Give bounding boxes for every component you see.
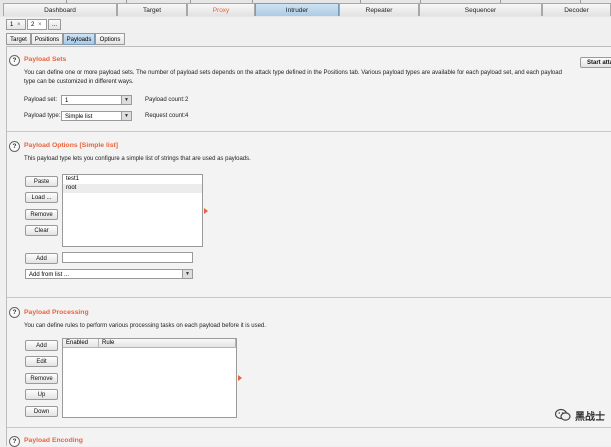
payload-type-label: Payload type:: [24, 113, 61, 119]
payload-processing-description: You can define rules to perform various …: [24, 323, 266, 329]
column-header-rule[interactable]: Rule: [99, 339, 236, 348]
add-from-list-dropdown[interactable]: Add from list ... ▼: [25, 269, 193, 279]
close-icon[interactable]: ×: [17, 22, 21, 28]
help-icon[interactable]: ?: [9, 307, 20, 318]
request-count-label: Request count:: [145, 113, 186, 119]
payload-options-title: Payload Options [Simple list]: [24, 142, 119, 149]
subtab-target[interactable]: Target: [6, 33, 31, 45]
section-divider: [7, 427, 611, 428]
edit-rule-button[interactable]: Edit: [25, 356, 58, 367]
payload-set-value: 1: [65, 98, 69, 104]
attack-tab-bar: 1 × 2 × ...: [0, 17, 611, 32]
expand-arrow-icon[interactable]: [204, 208, 208, 214]
tab-repeater[interactable]: Repeater: [339, 3, 419, 16]
attack-tab-label: 2: [31, 22, 35, 28]
payload-set-label: Payload set:: [24, 97, 58, 103]
watermark: 黑战士: [555, 407, 605, 423]
attack-tab-2[interactable]: 2 ×: [27, 19, 47, 30]
attack-tab-label: 1: [10, 22, 14, 28]
start-attack-button[interactable]: Start atta: [580, 57, 611, 68]
expand-arrow-icon[interactable]: [238, 375, 242, 381]
tab-dashboard[interactable]: Dashboard: [3, 3, 117, 16]
section-divider: [7, 131, 611, 132]
add-from-list-label: Add from list ...: [29, 272, 70, 278]
help-icon[interactable]: ?: [9, 141, 20, 152]
add-rule-button[interactable]: Add: [25, 340, 58, 351]
payloads-panel: Start atta ? Payload Sets You can define…: [6, 46, 611, 447]
clear-button[interactable]: Clear: [25, 225, 58, 236]
payload-processing-title: Payload Processing: [24, 309, 89, 316]
payload-count-value: 2: [185, 97, 189, 103]
main-tab-bar: Dashboard Target Proxy Intruder Repeater…: [0, 0, 611, 18]
tab-intruder[interactable]: Intruder: [255, 3, 339, 16]
help-icon[interactable]: ?: [9, 55, 20, 66]
tab-proxy[interactable]: Proxy: [187, 3, 255, 16]
add-payload-button[interactable]: Add: [25, 253, 58, 264]
section-divider: [7, 297, 611, 298]
processing-rules-table[interactable]: Enabled Rule: [62, 338, 237, 418]
payload-encoding-title: Payload Encoding: [24, 437, 83, 444]
subtab-positions[interactable]: Positions: [31, 33, 63, 45]
new-attack-tab[interactable]: ...: [48, 19, 61, 30]
dropdown-arrow-icon: ▼: [121, 112, 131, 120]
help-icon[interactable]: ?: [9, 436, 20, 447]
payload-sets-title: Payload Sets: [24, 56, 67, 63]
tab-target[interactable]: Target: [117, 3, 187, 16]
add-payload-input[interactable]: [62, 252, 193, 263]
payload-list[interactable]: test1 root: [62, 174, 203, 247]
subtab-options[interactable]: Options: [95, 33, 125, 45]
column-header-enabled[interactable]: Enabled: [63, 339, 99, 348]
payload-type-dropdown[interactable]: Simple list ▼: [61, 111, 132, 121]
remove-rule-button[interactable]: Remove: [25, 373, 58, 384]
payload-sets-description: You can define one or more payload sets.…: [24, 70, 562, 85]
tab-decoder[interactable]: Decoder: [542, 3, 611, 16]
payload-set-dropdown[interactable]: 1 ▼: [61, 95, 132, 105]
subtab-payloads[interactable]: Payloads: [63, 33, 95, 45]
move-up-button[interactable]: Up: [25, 389, 58, 400]
attack-tab-1[interactable]: 1 ×: [6, 19, 26, 30]
list-item[interactable]: test1: [63, 175, 202, 184]
paste-button[interactable]: Paste: [25, 176, 58, 187]
payload-type-value: Simple list: [65, 114, 93, 120]
load-button[interactable]: Load ...: [25, 192, 58, 203]
list-item[interactable]: root: [63, 184, 202, 193]
dropdown-arrow-icon: ▼: [182, 270, 192, 278]
wechat-logo-icon: [555, 408, 571, 421]
remove-button[interactable]: Remove: [25, 209, 58, 220]
intruder-sub-tab-bar: Target Positions Payloads Options: [0, 32, 611, 46]
watermark-text: 黑战士: [575, 411, 605, 423]
close-icon[interactable]: ×: [38, 22, 42, 28]
tab-sequencer[interactable]: Sequencer: [419, 3, 542, 16]
payload-options-description: This payload type lets you configure a s…: [24, 156, 251, 162]
move-down-button[interactable]: Down: [25, 406, 58, 417]
request-count-value: 4: [185, 113, 189, 119]
dropdown-arrow-icon: ▼: [121, 96, 131, 104]
payload-count-label: Payload count:: [145, 97, 185, 103]
